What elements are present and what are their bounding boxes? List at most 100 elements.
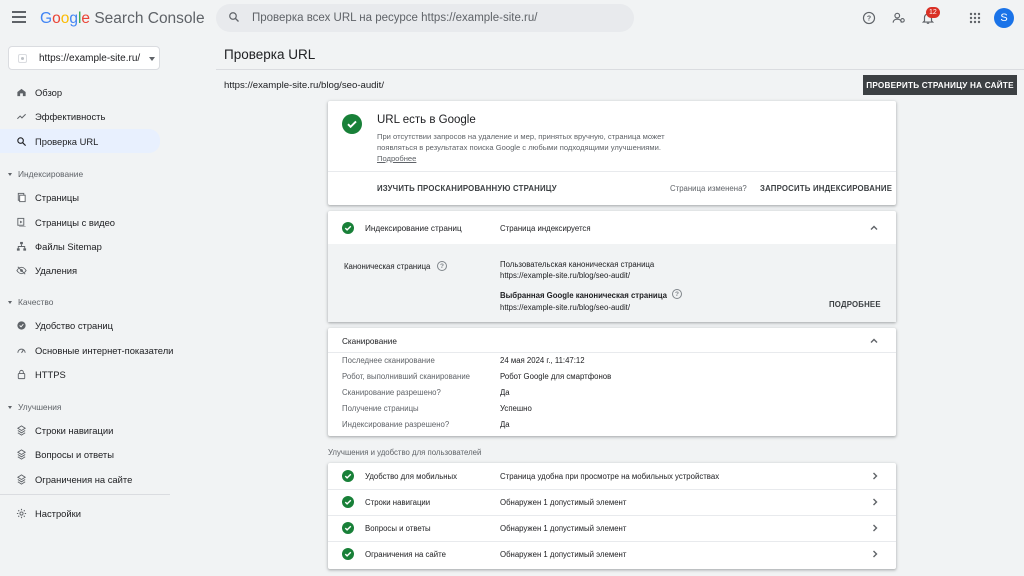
enhancement-label: Удобство для мобильных — [365, 472, 458, 481]
sidebar-item-video-pages[interactable]: Страницы с видео — [0, 211, 160, 233]
sidebar-item-label: Эффективность — [35, 110, 106, 122]
crawl-row-value: Робот Google для смартфонов — [500, 372, 612, 381]
url-inspect-search[interactable] — [216, 4, 634, 32]
valid-check-icon — [342, 548, 354, 560]
canonical-label: Каноническая страница — [344, 262, 431, 271]
notification-badge: 12 — [926, 7, 940, 18]
details-button[interactable]: ПОДРОБНЕЕ — [829, 300, 881, 309]
lock-icon — [14, 367, 28, 381]
enhancement-label: Строки навигации — [365, 498, 431, 507]
section-quality[interactable]: Качество — [8, 297, 53, 307]
enhancement-row[interactable]: Строки навигации Обнаружен 1 допустимый э… — [328, 489, 896, 515]
sidebar-divider — [0, 494, 170, 495]
section-label: Качество — [18, 297, 54, 307]
breadcrumbs-icon — [14, 423, 28, 437]
crawl-row-label: Последнее сканирование — [342, 356, 435, 365]
help-circle-icon[interactable]: ? — [437, 261, 447, 271]
removals-icon — [14, 263, 28, 277]
success-check-icon — [342, 114, 362, 134]
sidebar-item-label: Основные интернет-показатели — [35, 344, 174, 356]
help-icon[interactable]: ? — [860, 9, 878, 27]
crawl-row-value: Да — [500, 388, 510, 397]
section-label: Улучшения — [18, 402, 62, 412]
sidebar-item-label: Проверка URL — [35, 135, 99, 147]
sidebar-item-sitemap[interactable]: Файлы Sitemap — [0, 235, 160, 257]
google-canonical-url: https://example-site.ru/blog/seo-audit/ — [500, 303, 631, 312]
help-circle-icon[interactable]: ? — [672, 289, 682, 299]
search-input[interactable] — [252, 4, 622, 32]
section-label: Индексирование — [18, 169, 84, 179]
enhancement-value: Обнаружен 1 допустимый элемент — [500, 498, 627, 507]
chevron-up-icon[interactable] — [869, 336, 879, 346]
sidebar-item-breadcrumbs[interactable]: Строки навигации — [0, 419, 160, 441]
learn-more-link[interactable]: Подробнее — [377, 153, 697, 164]
app-logo[interactable]: Google Search Console — [40, 10, 205, 28]
request-indexing-button[interactable]: ЗАПРОСИТЬ ИНДЕКСИРОВАНИЕ — [760, 184, 892, 193]
page-changed-text: Страница изменена? — [670, 184, 747, 193]
enhancement-value: Обнаружен 1 допустимый элемент — [500, 524, 627, 533]
google-canonical-label: Выбранная Google каноническая страница — [500, 291, 667, 300]
page-title: Проверка URL — [224, 47, 316, 62]
chevron-right-icon — [873, 524, 878, 532]
video-pages-icon — [14, 215, 28, 229]
sidebar-item-trending-up[interactable]: Эффективность — [0, 105, 160, 127]
sitemap-icon — [14, 239, 28, 253]
sidebar-item-removals[interactable]: Удаления — [0, 259, 160, 281]
inspected-url: https://example-site.ru/blog/seo-audit/ — [224, 80, 384, 91]
core-web-vitals-icon — [14, 343, 28, 357]
enhancement-row[interactable]: Удобство для мобильных Страница удобна пр… — [328, 463, 896, 489]
user-canonical-url: https://example-site.ru/blog/seo-audit/ — [500, 271, 631, 280]
sidebar-item-gear[interactable]: Настройки — [0, 502, 160, 524]
section-enhancements[interactable]: Улучшения — [8, 402, 61, 412]
collapse-triangle-icon — [8, 405, 12, 409]
sidebar-item-page-experience[interactable]: Удобство страниц — [0, 314, 160, 336]
sidebar-item-home[interactable]: Обзор — [0, 81, 160, 103]
valid-check-icon — [342, 496, 354, 508]
top-bar: Google Search Console ? 12 S — [0, 0, 1024, 36]
enhancement-row[interactable]: Вопросы и ответы Обнаружен 1 допустимый э… — [328, 515, 896, 541]
sidebar-item-label: Ограничения на сайте — [35, 473, 133, 485]
sidebar-item-label: Файлы Sitemap — [35, 240, 102, 252]
valid-check-icon — [342, 470, 354, 482]
sidebar-item-lock[interactable]: HTTPS — [0, 363, 160, 385]
chevron-right-icon — [873, 472, 878, 480]
sidebar-item-core-web-vitals[interactable]: Основные интернет-показатели — [0, 339, 173, 361]
crawl-row-label: Робот, выполнивший сканирование — [342, 372, 471, 381]
section-indexing[interactable]: Индексирование — [8, 169, 83, 179]
trending-up-icon — [14, 109, 28, 123]
crawl-row-value: Успешно — [500, 404, 532, 413]
crawl-row-value: 24 мая 2024 г., 11:47:12 — [500, 356, 585, 365]
chevron-right-icon — [873, 550, 878, 558]
status-description: При отсутствии запросов на удаление и ме… — [377, 131, 697, 164]
view-crawled-page-button[interactable]: ИЗУЧИТЬ ПРОСКАНИРОВАННУЮ СТРАНИЦУ — [377, 184, 557, 193]
sidebar-item-sitelinks[interactable]: Ограничения на сайте — [0, 468, 160, 490]
apps-grid-icon[interactable] — [966, 9, 984, 27]
card-divider — [328, 352, 896, 353]
chevron-right-icon — [873, 498, 878, 506]
crawl-title: Сканирование — [342, 337, 397, 346]
sidebar-item-label: Удаления — [35, 264, 78, 276]
test-live-url-button[interactable]: ПРОВЕРИТЬ СТРАНИЦУ НА САЙТЕ — [863, 75, 1017, 95]
url-status-card: URL есть в Google При отсутствии запросо… — [328, 101, 896, 205]
sidebar-item-faq[interactable]: Вопросы и ответы — [0, 443, 160, 465]
crawl-row-label: Индексирование разрешено? — [342, 420, 450, 429]
google-wordmark: Google — [40, 10, 91, 27]
search-icon — [14, 134, 28, 148]
crawl-row-label: Получение страницы — [342, 404, 419, 413]
account-avatar[interactable]: S — [994, 8, 1014, 28]
enhancement-row[interactable]: Ограничения на сайте Обнаружен 1 допустим… — [328, 541, 896, 567]
status-description-text: При отсутствии запросов на удаление и ме… — [377, 132, 665, 152]
chevron-up-icon[interactable] — [869, 223, 879, 233]
sitelinks-icon — [14, 472, 28, 486]
pages-icon — [14, 190, 28, 204]
sidebar-item-search[interactable]: Проверка URL — [0, 129, 160, 153]
property-selector[interactable]: https://example-site.ru/ — [8, 46, 160, 70]
menu-icon[interactable] — [12, 11, 26, 23]
manage-users-icon[interactable] — [890, 9, 908, 27]
sidebar-item-label: Страницы — [35, 191, 80, 203]
sidebar-item-label: Строки навигации — [35, 424, 114, 436]
sidebar-item-label: Страницы с видео — [35, 216, 116, 228]
enhancement-label: Ограничения на сайте — [365, 550, 446, 559]
gear-icon — [14, 506, 28, 520]
sidebar-item-pages[interactable]: Страницы — [0, 186, 160, 208]
